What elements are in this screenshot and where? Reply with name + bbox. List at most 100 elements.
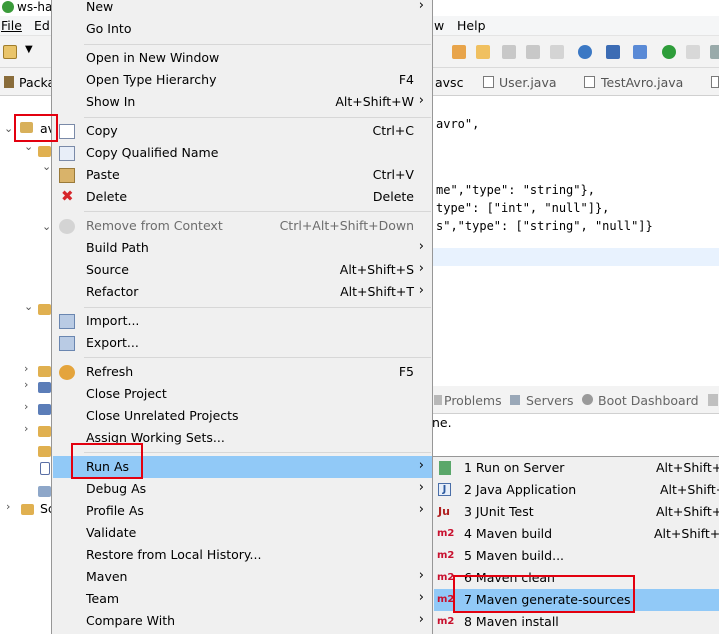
bottom-message: ne. [432,415,452,430]
maven-icon: m2 [437,528,455,539]
library-icon [38,382,51,393]
working-set-icon [21,504,34,515]
menu-help[interactable]: Help [457,18,486,33]
menu-item-export[interactable]: Export... [53,332,432,354]
tab-problems[interactable]: Problems [444,393,502,408]
menu-item-debug-as[interactable]: Debug As › [53,478,432,500]
chevron-right-icon[interactable]: › [24,400,28,413]
context-menu: New › Go Into Open in New Window Open Ty… [51,0,433,634]
menu-item-open-type-hierarchy[interactable]: Open Type Hierarchy F4 [53,69,432,91]
servers-icon [510,395,520,405]
bottom-view-tabs: Problems Servers Boot Dashboard [432,386,719,414]
chevron-right-icon[interactable]: › [24,422,28,435]
folder-icon [38,366,51,377]
remove-context-icon [59,219,75,234]
menu-edit[interactable]: Ed [34,18,50,33]
tab-avsc[interactable]: avsc [435,75,463,90]
submenu-item-maven-build-config[interactable]: m2 5 Maven build... [434,545,719,567]
chevron-right-icon: › [418,458,424,473]
menu-item-go-into[interactable]: Go Into [53,18,432,40]
chevron-right-icon: › [418,93,424,108]
chevron-down-icon[interactable]: ▼ [25,44,33,55]
submenu-item-run-on-server[interactable]: 1 Run on Server Alt+Shift+X [434,457,719,479]
problems-icon [434,395,442,405]
menu-item-copy[interactable]: Copy Ctrl+C [53,120,432,142]
chevron-right-icon: › [418,612,424,627]
annotation-box-generate-sources [453,575,635,613]
tab-testavro-java[interactable]: TestAvro.java [601,75,683,90]
delete-icon: ✖ [61,187,74,205]
menu-item-new[interactable]: New › [53,0,432,18]
chevron-down-icon[interactable]: ⌄ [42,160,51,173]
power-icon[interactable] [662,45,676,59]
java-file-icon [711,76,719,88]
open-folder-icon[interactable] [476,45,490,59]
menu-item-open-new-window[interactable]: Open in New Window [53,47,432,69]
junit-icon: Ju [438,505,450,518]
menu-item-profile-as[interactable]: Profile As › [53,500,432,522]
chevron-down-icon[interactable]: ⌄ [42,220,51,233]
copy-qualified-icon [59,146,75,161]
menu-item-maven[interactable]: Maven › [53,566,432,588]
menu-item-show-in[interactable]: Show In Alt+Shift+W › [53,91,432,113]
menu-item-restore-local-history[interactable]: Restore from Local History... [53,544,432,566]
folder-icon [38,486,51,497]
chevron-down-icon[interactable]: ⌄ [24,300,33,313]
code-line: type": ["int", "null"]}, [436,201,610,215]
submenu-item-junit-test[interactable]: Ju 3 JUnit Test Alt+Shift+X [434,501,719,523]
code-line: s","type": ["string", "null"]} [436,219,653,233]
menu-item-build-path[interactable]: Build Path › [53,237,432,259]
toolbar-icon-d[interactable] [686,45,700,59]
toolbar-icon-a[interactable] [502,45,516,59]
folder-icon [38,146,51,157]
menu-item-refresh[interactable]: Refresh F5 [53,361,432,383]
toolbar-icon-c[interactable] [633,45,647,59]
menu-file[interactable]: File [1,18,22,33]
menu-item-paste[interactable]: Paste Ctrl+V [53,164,432,186]
tab-package-explorer[interactable]: Packa [19,75,55,90]
menu-item-close-unrelated-projects[interactable]: Close Unrelated Projects [53,405,432,427]
tab-user-java[interactable]: User.java [499,75,557,90]
package-icon[interactable] [452,45,466,59]
chevron-right-icon[interactable]: › [6,500,10,513]
chevron-down-icon[interactable]: ⌄ [4,122,13,135]
menu-item-source[interactable]: Source Alt+Shift+S › [53,259,432,281]
menu-item-close-project[interactable]: Close Project [53,383,432,405]
import-icon [59,314,75,329]
copy-icon [59,124,75,139]
monitor-icon[interactable] [606,45,620,59]
menu-item-remove-from-context: Remove from Context Ctrl+Alt+Shift+Down [53,215,432,237]
toolbar-icon-e[interactable] [710,45,719,59]
chevron-right-icon: › [418,283,424,298]
tab-servers[interactable]: Servers [526,393,574,408]
chevron-right-icon[interactable]: › [24,378,28,391]
menu-item-copy-qualified-name[interactable]: Copy Qualified Name [53,142,432,164]
toolbar-icon-b[interactable] [526,45,540,59]
submenu-item-java-application[interactable]: J 2 Java Application Alt+Shift+X [434,479,719,501]
menu-item-delete[interactable]: ✖ Delete Delete [53,186,432,208]
menu-item-compare-with[interactable]: Compare With › [53,610,432,632]
chevron-right-icon: › [418,502,424,517]
menu-window[interactable]: w [434,18,444,33]
menu-item-refactor[interactable]: Refactor Alt+Shift+T › [53,281,432,303]
java-file-icon [584,76,595,88]
code-editor[interactable]: avro", me","type": "string"}, type": ["i… [432,96,719,386]
annotation-box-project [14,114,58,142]
submenu-item-maven-install[interactable]: m2 8 Maven install [434,611,719,633]
menu-item-validate[interactable]: Validate [53,522,432,544]
view-menu-icon[interactable] [708,394,718,406]
menu-item-import[interactable]: Import... [53,310,432,332]
paragraph-icon[interactable] [550,45,564,59]
new-wizard-icon[interactable] [3,45,17,59]
submenu-item-maven-build[interactable]: m2 4 Maven build Alt+Shift+X [434,523,719,545]
chevron-right-icon[interactable]: › [24,362,28,375]
folder-icon [38,446,51,457]
menu-item-team[interactable]: Team › [53,588,432,610]
annotation-box-run-as [71,443,143,479]
package-explorer-icon [4,76,14,88]
current-line-highlight [432,248,719,266]
pom-file-icon [40,462,50,475]
code-line: avro", [436,117,480,131]
globe-icon[interactable] [578,45,592,59]
tab-boot-dashboard[interactable]: Boot Dashboard [598,393,699,408]
